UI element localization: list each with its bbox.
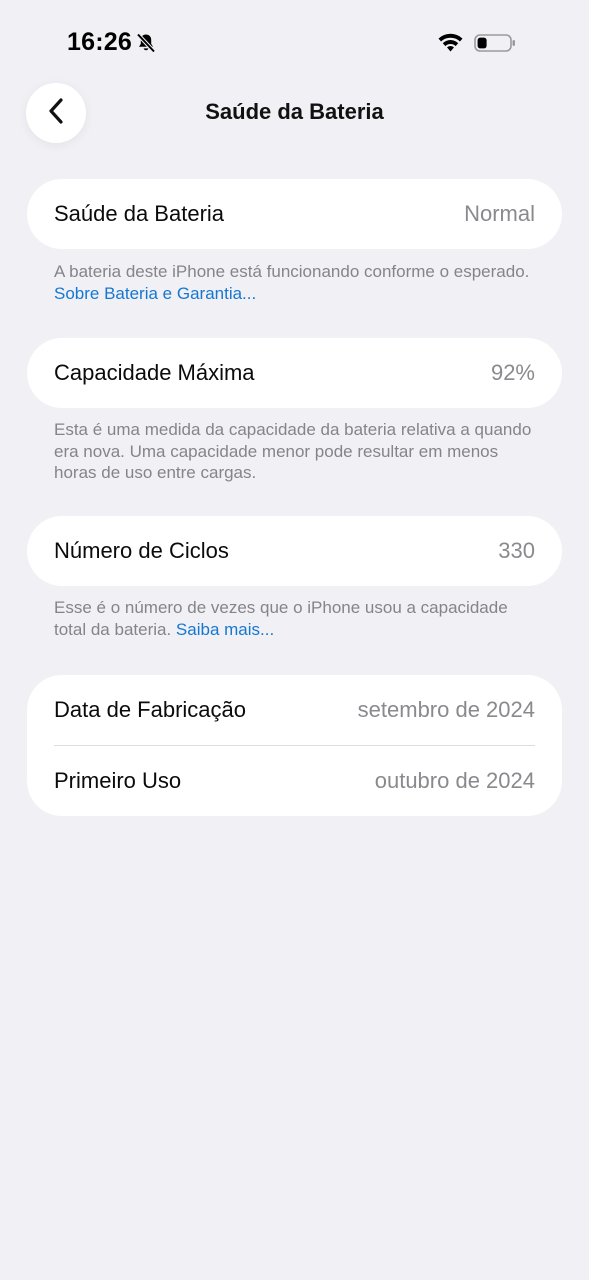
learn-more-link[interactable]: Saiba mais... xyxy=(176,620,274,639)
first-use-row: Primeiro Uso outubro de 2024 xyxy=(27,746,562,816)
cycle-count-card: Número de Ciclos 330 xyxy=(27,516,562,586)
first-use-label: Primeiro Uso xyxy=(54,768,182,793)
battery-health-screen: 16:26 Saúde da Bateria Saúde da Bateria … xyxy=(0,0,589,1280)
battery-health-label: Saúde da Bateria xyxy=(54,201,225,226)
cycle-count-footnote: Esse é o número de vezes que o iPhone us… xyxy=(54,597,544,640)
cycle-count-footnote-text: Esse é o número de vezes que o iPhone us… xyxy=(54,598,508,639)
first-use-value: outubro de 2024 xyxy=(374,768,535,793)
maximum-capacity-card: Capacidade Máxima 92% xyxy=(27,338,562,408)
maximum-capacity-footnote-text: Esta é uma medida da capacidade da bater… xyxy=(54,420,532,482)
maximum-capacity-value: 92% xyxy=(490,360,535,385)
manufacture-date-value: setembro de 2024 xyxy=(357,697,535,722)
battery-warranty-link[interactable]: Sobre Bateria e Garantia... xyxy=(54,284,256,303)
cycle-count-row: Número de Ciclos 330 xyxy=(27,516,562,586)
status-time: 16:26 xyxy=(67,28,132,56)
battery-health-card: Saúde da Bateria Normal xyxy=(27,179,562,249)
page-title: Saúde da Bateria xyxy=(205,99,384,124)
maximum-capacity-row: Capacidade Máxima 92% xyxy=(27,338,562,408)
cycle-count-value: 330 xyxy=(498,538,535,563)
manufacture-date-label: Data de Fabricação xyxy=(54,697,246,722)
battery-health-footnote: A bateria deste iPhone está funcionando … xyxy=(54,261,544,304)
status-bar: 16:26 xyxy=(0,0,589,80)
cycle-count-label: Número de Ciclos xyxy=(54,538,229,563)
battery-health-row: Saúde da Bateria Normal xyxy=(27,179,562,249)
battery-health-value: Normal xyxy=(464,201,535,226)
maximum-capacity-label: Capacidade Máxima xyxy=(54,360,255,385)
bell-slash-icon xyxy=(135,32,157,54)
wifi-icon xyxy=(436,32,465,54)
dates-card: Data de Fabricação setembro de 2024 Prim… xyxy=(27,675,562,816)
maximum-capacity-footnote: Esta é uma medida da capacidade da bater… xyxy=(54,419,544,484)
battery-icon xyxy=(474,33,516,53)
manufacture-date-row: Data de Fabricação setembro de 2024 xyxy=(27,675,562,745)
battery-health-footnote-text: A bateria deste iPhone está funcionando … xyxy=(54,262,530,281)
